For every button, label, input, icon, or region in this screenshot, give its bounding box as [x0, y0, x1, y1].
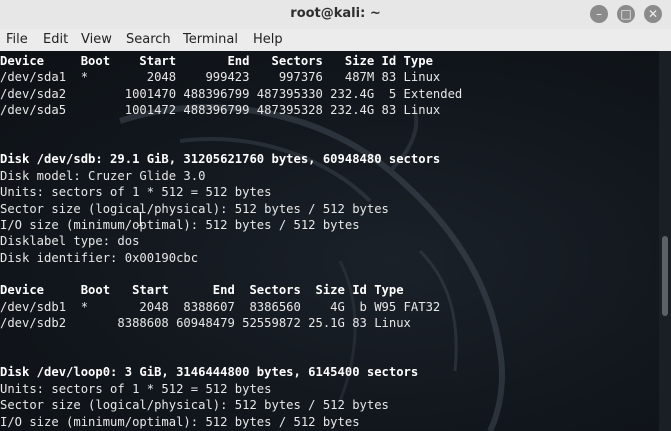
menu-edit[interactable]: Edit — [43, 32, 68, 47]
terminal-window: root@kali: ~ – □ ✕ File Edit View Search… — [0, 0, 671, 431]
minimize-button[interactable]: – — [590, 5, 608, 23]
menu-bar: File Edit View Search Terminal Help — [0, 29, 671, 52]
text-cursor-icon — [138, 212, 143, 226]
scrollbar-thumb[interactable] — [662, 236, 668, 316]
terminal-lines: Device Boot Start End Sectors Size Id Ty… — [0, 53, 659, 430]
scrollbar[interactable] — [659, 51, 671, 431]
menu-search[interactable]: Search — [126, 32, 171, 47]
terminal-line: I/O size (minimum/optimal): 512 bytes / … — [0, 414, 360, 429]
menu-view[interactable]: View — [81, 32, 112, 47]
maximize-button[interactable]: □ — [617, 5, 635, 23]
menu-terminal[interactable]: Terminal — [183, 32, 238, 47]
terminal-line: Disk model: Cruzer Glide 3.0 — [0, 168, 206, 183]
terminal-line: Sector size (logical/physical): 512 byte… — [0, 201, 389, 216]
terminal-line: Device Boot Start End Sectors Size Id Ty… — [0, 54, 433, 68]
terminal-line: Device Boot Start End Sectors Size Id Ty… — [0, 283, 404, 298]
terminal-line: /dev/sda1 * 2048 999423 997376 487M 83 L… — [0, 70, 441, 85]
terminal-line: Sector size (logical/physical): 512 byte… — [0, 398, 389, 413]
menu-file[interactable]: File — [6, 32, 28, 47]
terminal-line: /dev/sdb2 8388608 60948479 52559872 25.1… — [0, 316, 411, 331]
terminal-line: I/O size (minimum/optimal): 512 bytes / … — [0, 217, 360, 232]
title-bar[interactable]: root@kali: ~ – □ ✕ — [0, 0, 671, 30]
terminal-line: /dev/sda5 1001472 488396799 487395328 23… — [0, 103, 441, 118]
terminal-line: /dev/sda2 1001470 488396799 487395330 23… — [0, 86, 463, 101]
terminal-line: Disklabel type: dos — [0, 234, 140, 249]
window-title: root@kali: ~ — [290, 6, 381, 21]
terminal-line: Units: sectors of 1 * 512 = 512 bytes — [0, 185, 272, 200]
menu-help[interactable]: Help — [253, 32, 283, 47]
terminal-line: Units: sectors of 1 * 512 = 512 bytes — [0, 381, 272, 396]
terminal-output[interactable]: Device Boot Start End Sectors Size Id Ty… — [0, 51, 659, 431]
terminal-line: /dev/sdb1 * 2048 8388607 8386560 4G b W9… — [0, 299, 441, 314]
terminal-line: Disk /dev/sdb: 29.1 GiB, 31205621760 byt… — [0, 152, 441, 167]
close-button[interactable]: ✕ — [644, 5, 662, 23]
terminal-line: Disk /dev/loop0: 3 GiB, 3146444800 bytes… — [0, 365, 419, 380]
terminal-line: Disk identifier: 0x00190cbc — [0, 250, 199, 265]
